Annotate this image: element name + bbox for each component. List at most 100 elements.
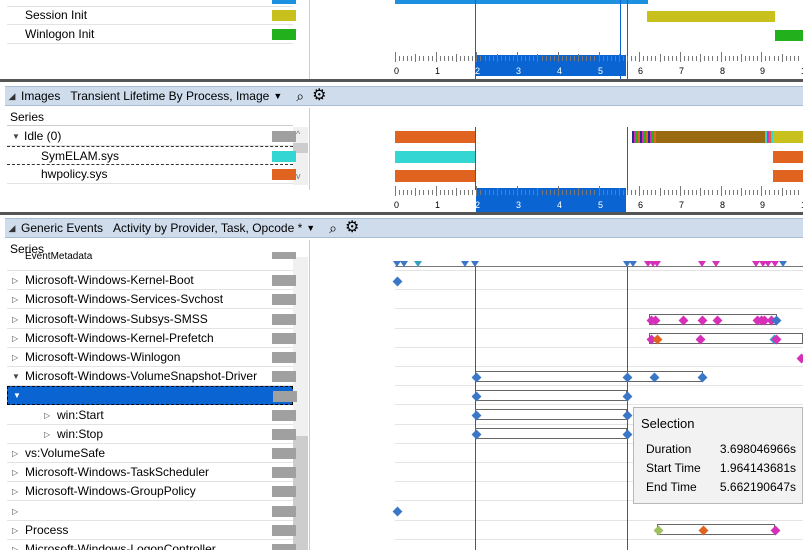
timeline-bar[interactable] [395,170,475,182]
expand-icon[interactable]: ▷ [12,334,22,343]
tree-row[interactable]: ▷ vs:VolumeSafe [7,444,296,463]
timeline-bar[interactable] [773,151,803,163]
series-color-swatch [272,486,296,497]
series-color-swatch [272,252,296,259]
timeline-bar[interactable] [395,151,475,163]
event-marker[interactable] [796,353,803,364]
expand-icon[interactable]: ▷ [44,411,54,420]
expand-icon[interactable]: ▷ [12,468,22,477]
expand-icon[interactable]: ▼ [13,391,23,400]
tree-row[interactable]: ▷ [7,502,296,521]
selection-start-line[interactable] [475,262,476,550]
images-graph-header: ◢ Images Transient Lifetime By Process, … [5,86,803,106]
series-color-swatch [272,275,296,286]
search-icon[interactable]: ⌕ [329,221,337,235]
event-marker[interactable] [392,506,403,517]
tree-row[interactable]: ▷ Microsoft-Windows-Winlogon [7,348,296,367]
search-icon[interactable]: ⌕ [296,89,304,103]
event-marker[interactable] [461,261,469,267]
expand-icon[interactable]: ▷ [12,295,22,304]
tree-row[interactable]: EventMetadata [7,251,296,271]
event-marker[interactable] [392,276,403,287]
expand-icon[interactable]: ▷ [12,315,22,324]
series-color-swatch [272,29,296,40]
list-item[interactable]: Session Init [7,6,296,25]
series-label: win:Start [57,408,104,422]
timeline-bar[interactable] [773,170,803,182]
event-marker[interactable] [712,261,720,267]
event-marker[interactable] [779,261,787,267]
expand-icon[interactable]: ▷ [12,449,22,458]
series-color-swatch [272,151,296,162]
series-column-header[interactable]: Series [7,108,293,126]
expand-icon[interactable]: ▷ [12,353,22,362]
series-label: vs:VolumeSafe [25,446,106,460]
tree-row[interactable]: ▷ Microsoft-Windows-Kernel-Boot [7,271,296,290]
selected-row[interactable]: ▼ [7,386,297,405]
axis-tick-label: 3 [516,66,522,76]
series-color-swatch [272,544,296,550]
preset-dropdown[interactable]: Activity by Provider, Task, Opcode * [113,221,302,235]
tree-row[interactable]: ▷ win:Stop [7,425,296,444]
event-marker[interactable] [414,261,422,267]
tree-row[interactable]: ▷ Microsoft-Windows-LogonController [7,540,296,550]
tree-row[interactable]: ▷ Microsoft-Windows-Kernel-Prefetch [7,329,296,348]
event-marker[interactable] [400,261,408,267]
preset-dropdown[interactable]: Transient Lifetime By Process, Image [70,89,269,103]
list-item[interactable]: SymELAM.sys [7,146,296,165]
tree-row[interactable]: ▷ Process [7,521,296,540]
event-marker[interactable] [629,261,637,267]
axis-tick-label: 7 [679,200,685,210]
collapse-icon[interactable]: ◢ [5,91,19,102]
timeline-bar[interactable] [647,11,775,22]
timeline-bar[interactable] [775,30,803,41]
activity-span[interactable] [475,409,627,420]
axis-tick-label: 0 [394,66,400,76]
expand-icon[interactable]: ▷ [12,276,22,285]
series-color-swatch [272,429,296,440]
axis-tick-label: 1 [435,200,441,210]
activity-span[interactable] [475,371,703,382]
tree-row[interactable]: ▷ Microsoft-Windows-GroupPolicy [7,482,296,501]
expand-icon[interactable]: ▷ [12,545,22,550]
timeline-bar[interactable] [395,0,648,4]
chevron-down-icon[interactable]: ▼ [306,223,315,233]
expand-icon[interactable]: ▷ [12,507,22,516]
expand-icon[interactable]: ▼ [12,132,22,141]
series-color-swatch [272,410,296,421]
event-marker[interactable] [698,261,706,267]
tree-row[interactable]: ▷ Microsoft-Windows-Subsys-SMSS [7,310,296,329]
tree-row[interactable]: ▷ Microsoft-Windows-Services-Svchost [7,290,296,309]
tree-row[interactable]: ▷ Microsoft-Windows-TaskScheduler [7,463,296,482]
series-label: Process [25,523,69,537]
series-color-swatch [272,467,296,478]
series-color-swatch [272,448,296,459]
series-color-swatch [272,10,296,21]
axis-tick-label: 1 [435,66,441,76]
activity-span[interactable] [475,428,627,439]
tree-row[interactable]: ▼ Microsoft-Windows-VolumeSnapshot-Driver [7,367,296,386]
expand-icon[interactable]: ▼ [12,372,22,381]
tree-row[interactable]: ▷ win:Start [7,406,296,425]
event-marker[interactable] [471,261,479,267]
event-marker[interactable] [653,261,661,267]
series-color-swatch [272,352,296,363]
timeline-bar[interactable] [773,131,803,143]
selection-end-line[interactable] [627,262,628,550]
chevron-down-icon[interactable]: ▼ [273,91,282,101]
timeline-bar[interactable] [395,131,475,143]
list-item[interactable]: hwpolicy.sys [7,165,296,184]
event-marker[interactable] [771,261,779,267]
series-color-swatch [272,333,296,344]
collapse-icon[interactable]: ◢ [5,223,19,234]
expand-icon[interactable]: ▷ [12,487,22,496]
gear-icon[interactable]: ⚙ [312,88,326,104]
list-item[interactable]: ▼ Idle (0) [7,127,296,146]
expand-icon[interactable]: ▷ [44,430,54,439]
series-color-swatch [272,506,296,517]
activity-span[interactable] [475,390,627,401]
expand-icon[interactable]: ▷ [12,526,22,535]
gear-icon[interactable]: ⚙ [345,220,359,236]
activity-span[interactable] [657,524,775,535]
list-item[interactable]: Winlogon Init [7,25,296,44]
